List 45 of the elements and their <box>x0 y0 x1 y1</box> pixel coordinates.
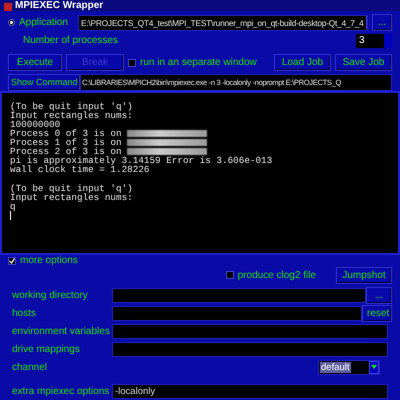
console-line: Input rectangles nums: <box>10 192 133 202</box>
input-field[interactable] <box>112 288 366 302</box>
show-command-button[interactable]: Show Command <box>8 74 80 91</box>
option-label: working directory <box>12 290 89 300</box>
application-combo[interactable]: E:\PROJECTS_QT4_test\MPI_TEST\runner_mpi_on_qt-build-desktop-Qt_4_7_4 <box>78 14 368 31</box>
console-line: pi is approximately 3.14159 Error is 3.606e-013 <box>10 156 272 166</box>
option-label: drive mappings <box>12 344 81 354</box>
option-label: environment variables <box>12 326 111 336</box>
console-line: (To be quit input 'q') <box>10 184 133 193</box>
action-button[interactable]: Execute <box>8 54 62 72</box>
option-label: hosts <box>12 308 37 318</box>
channel-select[interactable]: default <box>318 360 380 374</box>
checkbox-label: more options <box>20 255 78 266</box>
processes-label: Number of processes <box>23 35 120 46</box>
text-cursor <box>10 210 11 220</box>
input-field[interactable] <box>112 306 362 320</box>
console-line: (To be quit input 'q') <box>10 102 133 111</box>
radio-button[interactable] <box>8 19 15 26</box>
console-line: Process 2 of 3 is on <box>10 147 122 156</box>
browse-button[interactable]: ... <box>366 286 392 304</box>
job-button[interactable]: Load Job <box>274 54 331 72</box>
option-label: extra mpiexec options <box>12 386 110 396</box>
app-icon <box>4 2 12 11</box>
input-field[interactable] <box>112 324 388 338</box>
checkbox[interactable] <box>128 58 136 67</box>
console-line: 100000000 <box>10 120 60 129</box>
input-field[interactable]: -localonly <box>112 384 388 398</box>
input-field[interactable] <box>112 342 388 356</box>
console-line: wall clock time = 1.28226 <box>10 165 150 174</box>
browse-button[interactable]: ... <box>372 14 392 32</box>
reset-button[interactable]: reset <box>362 304 392 322</box>
console-line: q <box>10 202 16 211</box>
checkbox[interactable] <box>8 256 16 265</box>
processes-spinbox[interactable]: 3 <box>356 34 392 48</box>
console-line: Process 0 of 3 is on <box>10 129 122 138</box>
console-line: Input rectangles nums: <box>10 110 133 120</box>
jumpshot-button[interactable]: Jumpshot <box>336 266 392 284</box>
checkbox-label: run in an separate window <box>140 57 258 68</box>
application-label: Application <box>19 17 69 28</box>
console-line: Process 1 of 3 is on <box>10 138 122 148</box>
option-label: channel <box>12 362 48 372</box>
job-button[interactable]: Save Job <box>335 54 392 72</box>
checkbox[interactable] <box>226 271 234 280</box>
checkbox-label: produce clog2 file <box>238 270 316 281</box>
window-title: MPIEXEC Wrapper <box>15 0 104 11</box>
